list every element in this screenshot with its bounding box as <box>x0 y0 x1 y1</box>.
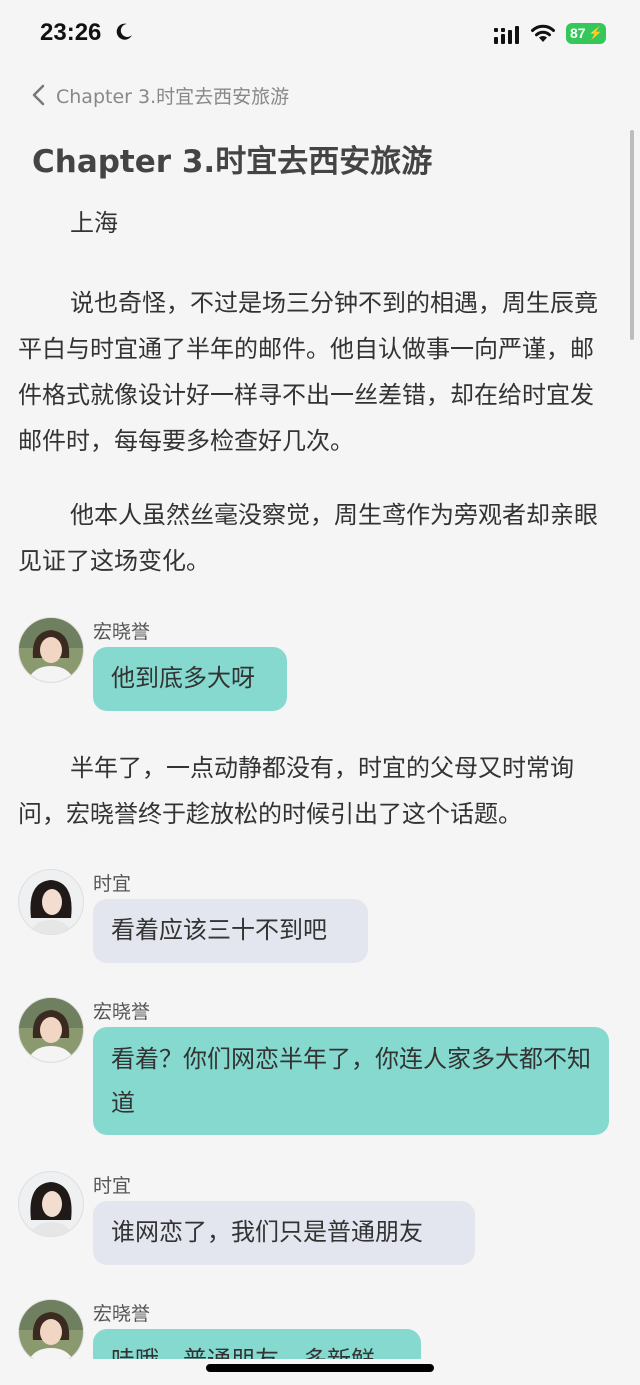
person-avatar-icon <box>19 870 83 934</box>
wifi-icon <box>531 24 555 42</box>
avatar-shiyi[interactable] <box>18 1171 84 1237</box>
chat-message: 时宜 看着应该三十不到吧 <box>18 869 618 969</box>
paragraph: 他本人虽然丝毫没察觉，周生鸢作为旁观者却亲眼见证了这场变化。 <box>18 501 598 575</box>
scrollbar[interactable] <box>630 130 634 340</box>
message-bubble[interactable]: 他到底多大呀 <box>93 647 287 711</box>
chat-message: 宏晓誉 看着？你们网恋半年了，你连人家多大都不知道 <box>18 997 618 1147</box>
paragraph: 半年了，一点动静都没有，时宜的父母又时常询问，宏晓誉终于趁放松的时候引出了这个话… <box>18 754 574 828</box>
chat-message: 宏晓誉 他到底多大呀 <box>18 617 618 717</box>
paragraph: 说也奇怪，不过是场三分钟不到的相遇，周生辰竟平白与时宜通了半年的邮件。他自认做事… <box>18 289 598 455</box>
person-avatar-icon <box>19 998 83 1062</box>
message-bubble[interactable]: 哇哦，普通朋友，多新鲜 <box>93 1329 421 1359</box>
status-bar: 23:26 87 ⚡ <box>0 0 640 70</box>
paragraph: 上海 <box>70 209 118 237</box>
person-avatar-icon <box>19 1172 83 1236</box>
avatar-hongxiaoyu[interactable] <box>18 617 84 683</box>
moon-icon <box>116 23 132 40</box>
home-indicator[interactable] <box>206 1364 434 1372</box>
person-avatar-icon <box>19 1300 83 1359</box>
chat-message: 宏晓誉 哇哦，普通朋友，多新鲜 <box>18 1299 618 1359</box>
battery-level: 87 <box>570 25 586 41</box>
avatar-shiyi[interactable] <box>18 869 84 935</box>
status-time: 23:26 <box>40 19 102 46</box>
sender-name: 宏晓誉 <box>93 1001 151 1023</box>
message-bubble[interactable]: 看着？你们网恋半年了，你连人家多大都不知道 <box>93 1027 609 1135</box>
avatar-hongxiaoyu[interactable] <box>18 997 84 1063</box>
person-avatar-icon <box>19 618 83 682</box>
sender-name: 宏晓誉 <box>93 621 151 643</box>
charging-bolt-icon: ⚡ <box>588 26 603 40</box>
avatar-hongxiaoyu[interactable] <box>18 1299 84 1359</box>
sender-name: 时宜 <box>93 873 132 895</box>
chat-message: 时宜 谁网恋了，我们只是普通朋友 <box>18 1171 618 1271</box>
cellular-signal-icon <box>494 26 519 44</box>
sender-name: 时宜 <box>93 1175 132 1197</box>
back-button[interactable]: Chapter 3.时宜去西安旅游 <box>30 80 289 110</box>
nav-title: Chapter 3.时宜去西安旅游 <box>56 85 290 108</box>
message-bubble[interactable]: 看着应该三十不到吧 <box>93 899 368 963</box>
sender-name: 宏晓誉 <box>93 1303 151 1325</box>
message-bubble[interactable]: 谁网恋了，我们只是普通朋友 <box>93 1201 475 1265</box>
chapter-title: Chapter 3.时宜去西安旅游 <box>32 144 433 180</box>
battery-indicator: 87 ⚡ <box>566 23 606 44</box>
chevron-left-icon <box>32 84 45 106</box>
